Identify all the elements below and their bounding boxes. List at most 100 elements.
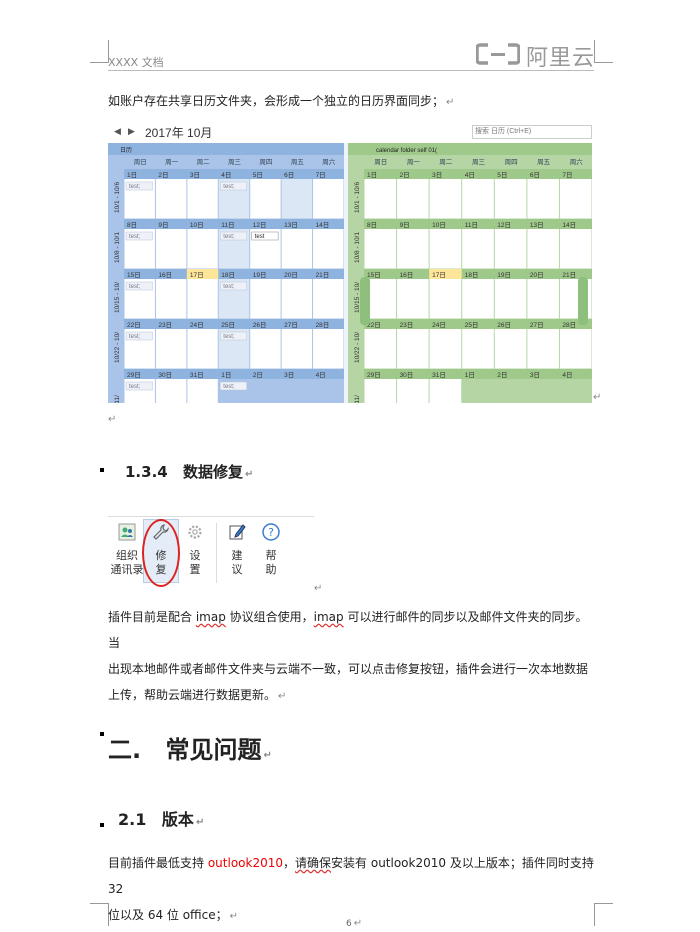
calendar-search-box[interactable]: 搜索 日历 (Ctrl+E) [472, 125, 592, 139]
aliyun-logo-icon [476, 43, 520, 65]
day-cell [155, 329, 187, 369]
day-number: 10日 [190, 221, 204, 229]
day-cell [250, 279, 281, 319]
day-cell [559, 179, 592, 219]
day-number: 14日 [316, 221, 330, 229]
calendar-event-label: test; [129, 234, 141, 240]
day-number: 10日 [432, 221, 446, 229]
settings-label-2: 置 [189, 563, 201, 576]
day-number: 11日 [221, 221, 234, 229]
day-number: 8日 [127, 221, 137, 229]
week-range-label: 10/15 - 10/ [114, 282, 121, 313]
imap-term-1: imap [195, 610, 226, 624]
day-cell [187, 379, 218, 403]
repair-button[interactable]: 修 复 [142, 519, 180, 587]
weekday-label: 周六 [322, 157, 336, 166]
day-cell [281, 329, 313, 369]
day-cell [527, 379, 559, 403]
svg-text:?: ? [268, 526, 274, 539]
calendar-event-label: test; [129, 384, 141, 390]
day-cell [462, 229, 494, 269]
day-number: 16日 [158, 271, 172, 279]
calendar-event-label: test; [223, 284, 235, 290]
day-number: 19日 [497, 271, 511, 279]
day-number: 20日 [284, 271, 298, 279]
outlook2010-red: outlook2010 [207, 856, 283, 870]
day-cell [429, 379, 462, 403]
day-cell [397, 179, 429, 219]
week-date-strip [364, 219, 592, 229]
day-cell [313, 229, 344, 269]
toolbar-separator [216, 523, 217, 583]
calendar-event-label: test [255, 234, 265, 240]
prev-arrow-icon[interactable]: ◀ [114, 126, 121, 137]
day-number: 1日 [127, 171, 137, 179]
toolbar-return-mark: ↵ [314, 583, 323, 594]
page-number: 6 ↵ [346, 918, 363, 929]
contacts-button[interactable]: 组织 通讯录 [110, 523, 144, 577]
help-button[interactable]: ? 帮 助 [256, 523, 286, 577]
day-number: 17日 [432, 271, 446, 279]
day-cell [187, 229, 218, 269]
header-rule [108, 70, 594, 71]
intro-paragraph: 如账户存在共享日历文件夹，会形成一个独立的日历界面同步； ↵ [108, 94, 455, 108]
day-number: 3日 [284, 371, 294, 379]
day-number: 4日 [465, 171, 475, 179]
day-cell [494, 279, 527, 319]
day-number: 5日 [253, 171, 263, 179]
week-range-label: 9 - 11/ [114, 395, 121, 403]
next-arrow-icon[interactable]: ▶ [128, 126, 135, 137]
day-number: 2日 [253, 371, 263, 379]
week-range-label: 10/8 - 10/1 [114, 232, 121, 263]
weekday-label: 周四 [259, 158, 272, 166]
settings-button[interactable]: 设 置 [180, 523, 210, 577]
day-number: 15日 [127, 271, 141, 279]
calendar-tab-right: calendar folder self 01( [376, 148, 437, 154]
day-cell [429, 279, 462, 319]
day-number: 30日 [158, 371, 172, 379]
day-number: 2日 [497, 371, 507, 379]
day-cell [397, 279, 429, 319]
heading-title: 数据修复 [182, 463, 243, 481]
day-number: 19日 [253, 271, 267, 279]
suggest-button[interactable]: 建 议 [222, 523, 252, 577]
intro-text: 如账户存在共享日历文件夹，会形成一个独立的日历界面同步； [108, 94, 445, 108]
day-number: 14日 [562, 221, 576, 229]
day-number: 4日 [562, 371, 572, 379]
day-number: 4日 [316, 371, 326, 379]
day-number: 1日 [465, 371, 475, 379]
day-cell [397, 229, 429, 269]
weekday-label: 周五 [291, 158, 305, 166]
weekday-label: 周一 [407, 158, 421, 166]
contacts-label-2: 通讯录 [110, 563, 144, 576]
day-number: 7日 [562, 171, 572, 179]
day-cell [155, 279, 187, 319]
day-cell [187, 279, 218, 319]
day-cell [527, 179, 559, 219]
heading-section-2: 二. 常见问题 ↵ [108, 736, 272, 764]
repair-paragraph: 插件目前是配合 imap 协议组合使用，imap 可以进行邮件的同步以及邮件文件… [108, 604, 598, 710]
wrench-icon [153, 524, 170, 540]
repair-line1-part-b: 协议组合使用， [225, 610, 314, 624]
week-range-label: 10/22 - 10/ [114, 332, 121, 363]
scroll-handle-left [360, 277, 370, 325]
heading-2-1: 2.1 版本 ↵ [118, 810, 205, 829]
day-cell [313, 379, 344, 403]
suggest-label-1: 建 [231, 549, 243, 562]
calendar-event-label: test; [223, 184, 235, 190]
day-number: 17日 [190, 271, 204, 279]
calendar-screenshot: ◀ ▶ 2017年 10月 搜索 日历 (Ctrl+E) 日历 周日 周一 周二 周三 周… [108, 121, 592, 403]
day-cell [364, 179, 397, 219]
day-number: 3日 [530, 371, 540, 379]
day-number: 28日 [316, 321, 330, 329]
day-number: 3日 [432, 171, 442, 179]
header-doc-label: XXXX 文档 [108, 56, 164, 69]
weekday-label: 周三 [472, 158, 486, 166]
section-21-title: 版本 [161, 810, 194, 829]
day-number: 25日 [465, 321, 479, 329]
day-number: 23日 [158, 321, 172, 329]
header-logo: 阿里云 [476, 40, 596, 71]
day-number: 20日 [530, 271, 544, 279]
week-range-label: 9 - 11/ [354, 395, 361, 403]
version-line-1: 目前插件最低支持 outlook2010，请确保安装有 outlook2010 … [108, 850, 598, 902]
